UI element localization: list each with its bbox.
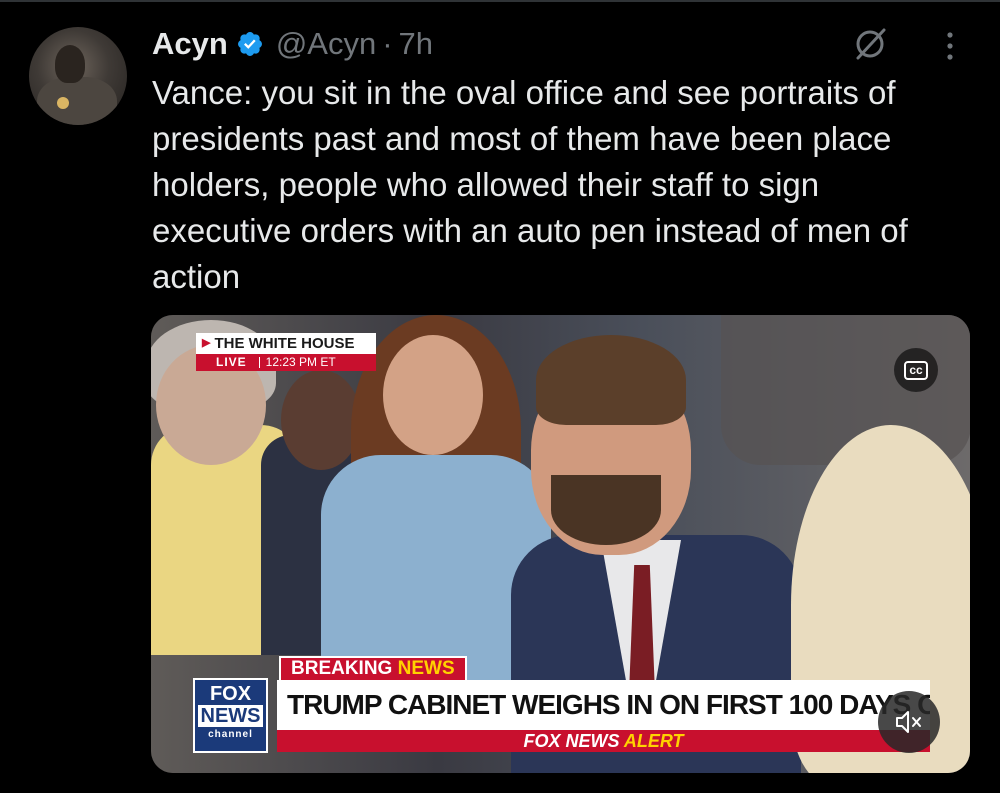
news-alert-bar: FOX NEWS ALERT (277, 730, 930, 752)
mute-icon (896, 711, 921, 733)
handle[interactable]: @Acyn (276, 26, 376, 62)
chyron-headline: TRUMP CABINET WEIGHS IN ON FIRST 100 DAY… (277, 680, 930, 730)
separator: · (382, 26, 393, 61)
video-player[interactable]: ▶ THE WHITE HOUSE LIVE 12:23 PM ET cc FO… (151, 315, 970, 773)
live-badge-title: THE WHITE HOUSE (214, 335, 355, 352)
play-triangle-icon: ▶ (202, 337, 211, 349)
live-badge: ▶ THE WHITE HOUSE LIVE 12:23 PM ET (196, 333, 376, 373)
more-icon[interactable] (938, 28, 962, 64)
live-label: LIVE (216, 355, 247, 369)
verified-badge-icon[interactable] (236, 30, 264, 58)
grok-icon[interactable] (852, 26, 888, 62)
top-divider (0, 0, 1000, 2)
breaking-news-tag: BREAKING NEWS (279, 656, 467, 680)
avatar[interactable] (29, 27, 127, 125)
captions-button[interactable]: cc (894, 348, 938, 392)
tweet-text: Vance: you sit in the oval office and se… (152, 74, 908, 295)
timestamp[interactable]: 7h (399, 26, 433, 62)
cc-icon: cc (904, 360, 928, 380)
mute-button[interactable] (878, 691, 940, 753)
fox-news-logo: FOX NEWS channel (193, 678, 268, 753)
tweet-header: Acyn @Acyn · 7h (152, 24, 433, 64)
live-time: 12:23 PM ET (265, 355, 336, 369)
display-name[interactable]: Acyn (152, 26, 228, 62)
